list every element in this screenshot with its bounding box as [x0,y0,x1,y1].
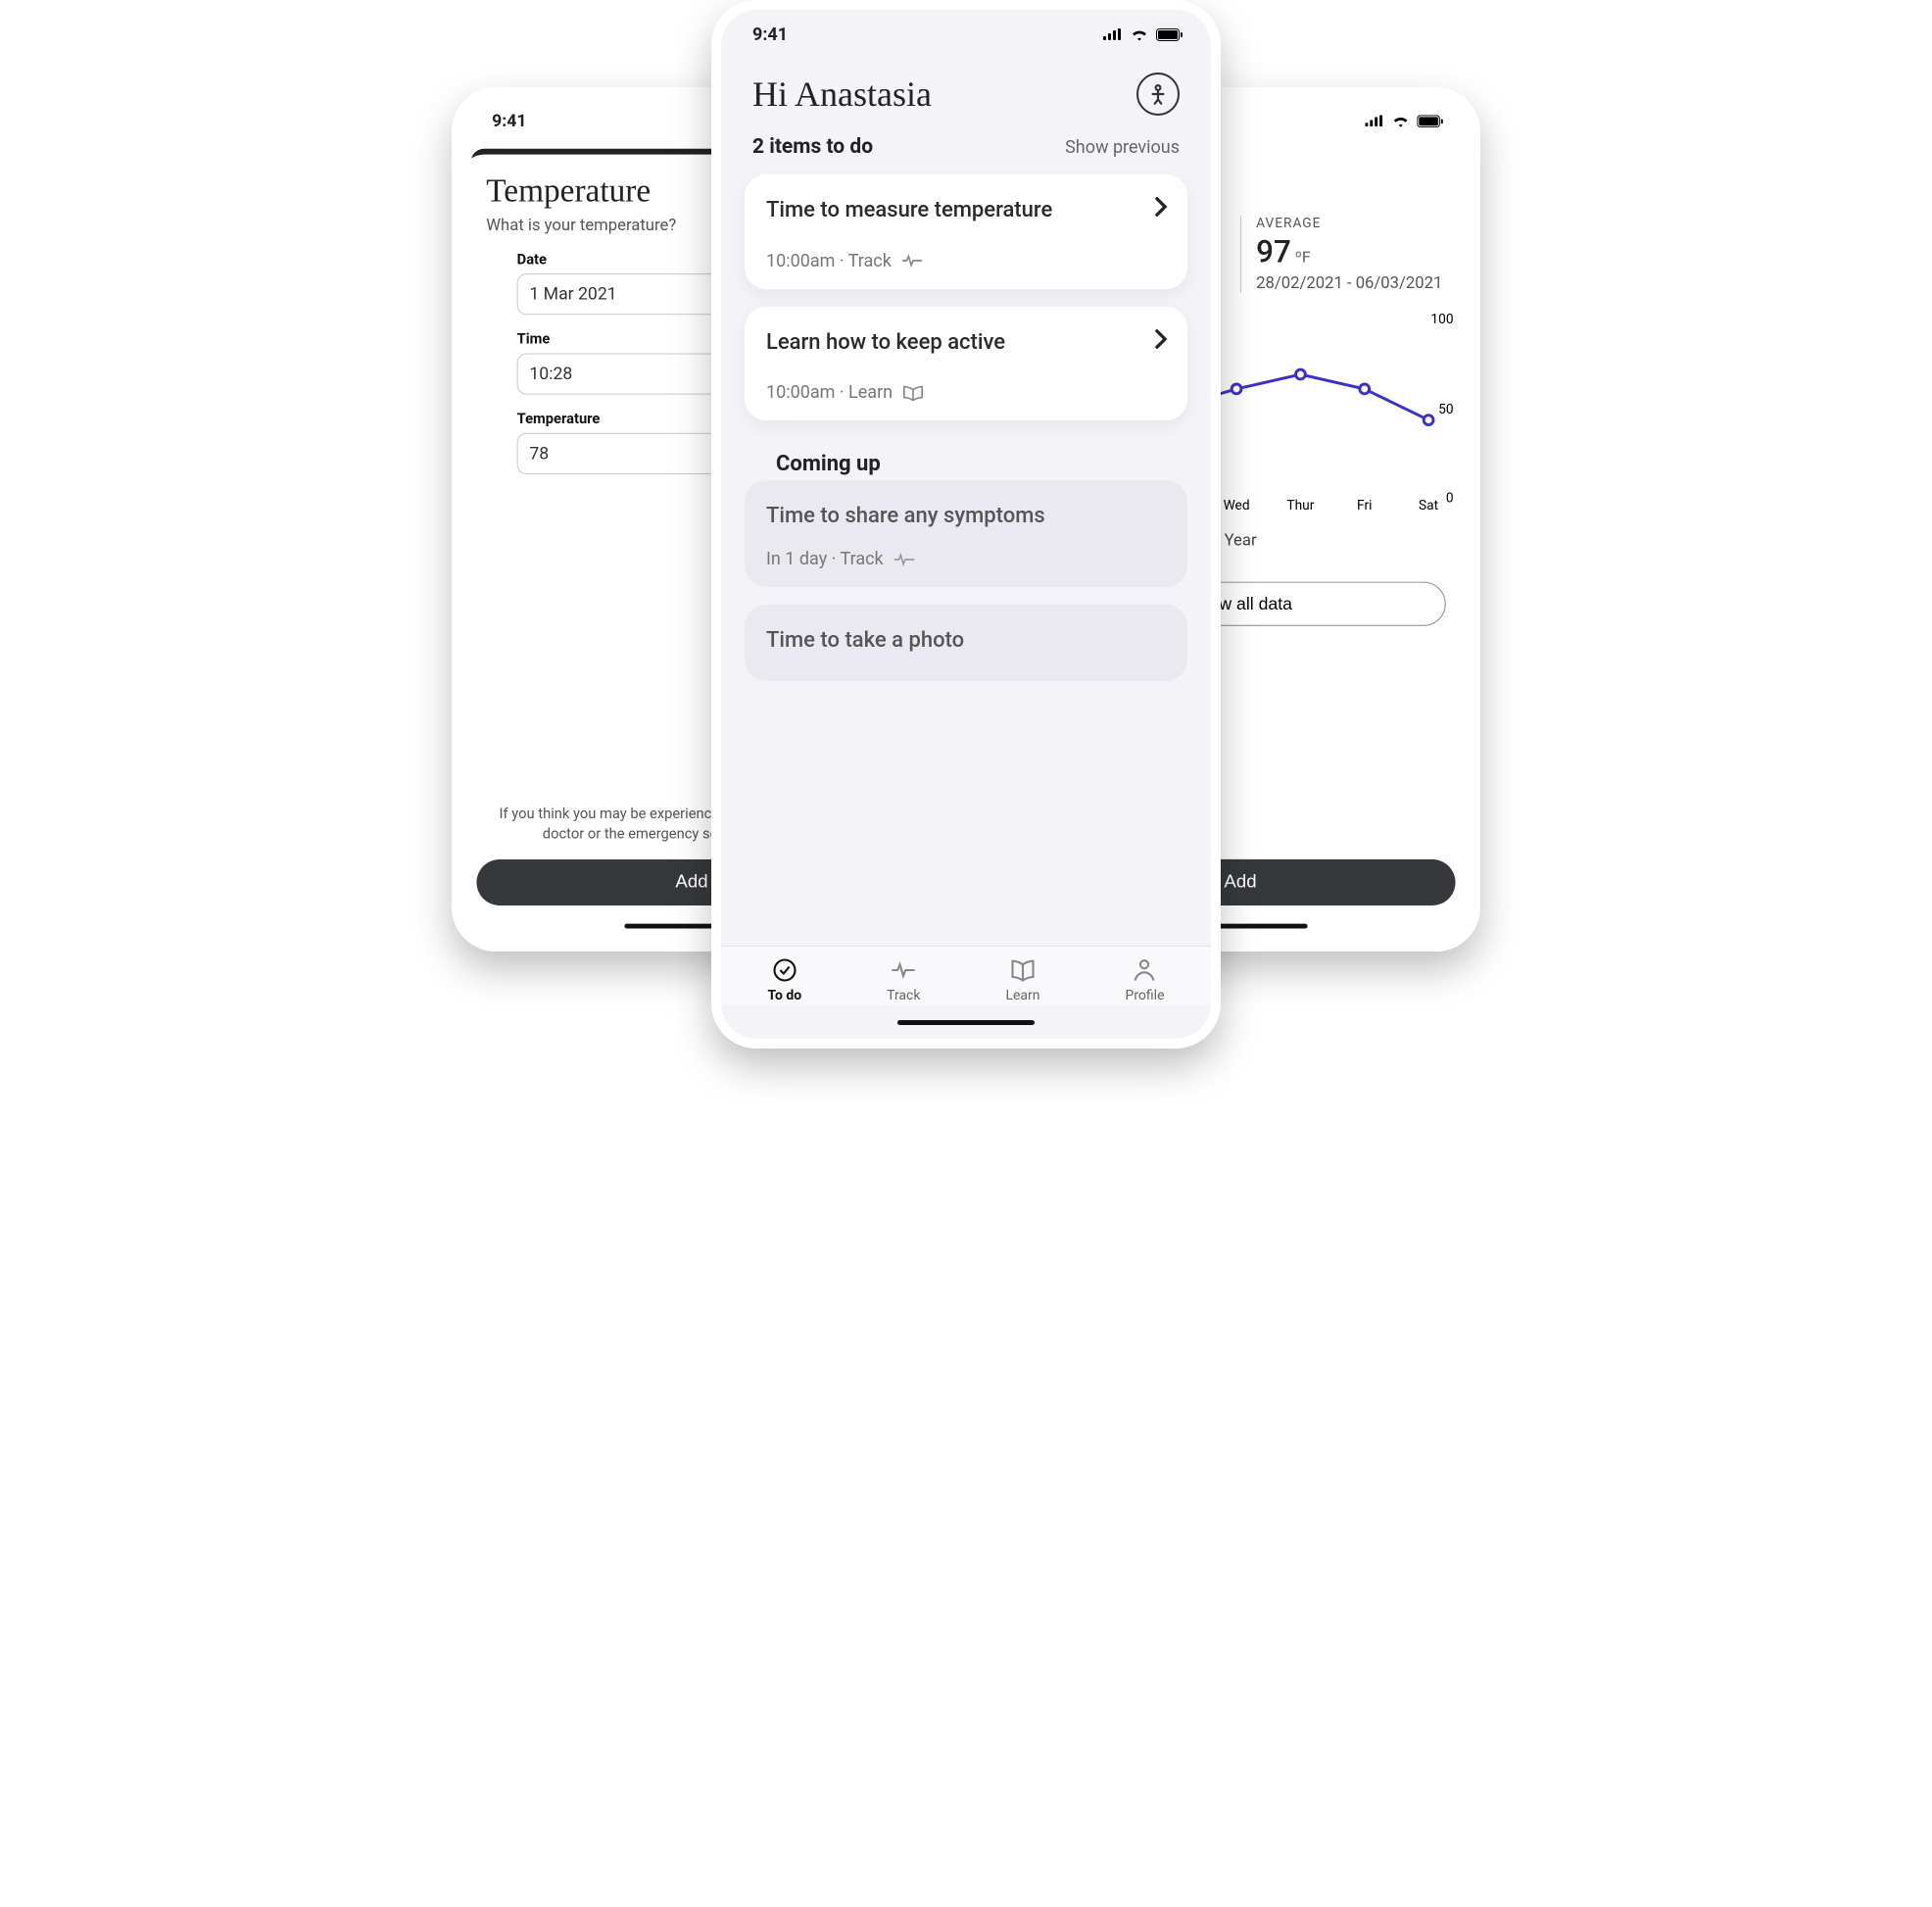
card-title: Learn how to keep active [766,328,1166,358]
date-range: 28/02/2021 - 06/03/2021 [1256,273,1446,293]
activity-icon [901,253,923,269]
chevron-right-icon [1154,196,1168,221]
status-bar: 9:41 [721,10,1211,59]
chevron-right-icon [1154,328,1168,354]
card-title: Time to share any symptoms [766,502,1166,531]
upcoming-card[interactable]: Time to take a photo [745,605,1187,681]
todo-card[interactable]: Time to measure temperature 10:00am · Tr… [745,174,1187,289]
svg-text:Fri: Fri [1357,498,1372,512]
svg-text:Wed: Wed [1224,498,1250,512]
tab-label: Learn [1005,988,1039,1003]
svg-text:100: 100 [1430,312,1453,327]
svg-text:0: 0 [1446,490,1454,506]
tab-bar: To do Track Learn Profile [721,946,1211,1005]
card-title: Time to take a photo [766,626,1166,656]
tab-todo[interactable]: To do [767,956,801,1003]
todo-count: 2 items to do [752,135,873,159]
clock: 9:41 [752,24,788,45]
tab-label: To do [767,988,801,1003]
clock: 9:41 [492,111,526,131]
status-icons [1103,28,1183,41]
activity-icon [894,552,915,567]
card-meta: In 1 day · Track [766,549,884,569]
tab-learn[interactable]: Learn [1005,956,1039,1003]
svg-text:Sat: Sat [1419,498,1439,512]
card-meta: 10:00am · Learn [766,382,893,403]
book-icon [902,384,924,402]
greeting: Hi Anastasia [752,73,932,115]
tab-track[interactable]: Track [887,956,920,1003]
card-title: Time to measure temperature [766,196,1166,225]
average-value: 97 [1256,233,1291,269]
status-icons [1365,115,1443,127]
svg-text:Thur: Thur [1286,498,1314,512]
profile-icon[interactable] [1136,73,1180,116]
home-phone: 9:41 Hi Anastasia 2 items to do Show pre… [711,0,1221,1049]
todo-card[interactable]: Learn how to keep active 10:00am · Learn [745,307,1187,421]
average-label: AVERAGE [1256,216,1446,231]
average-unit: ºF [1295,248,1311,267]
tab-profile[interactable]: Profile [1125,956,1164,1003]
tab-label: Track [887,988,920,1003]
svg-text:50: 50 [1438,402,1453,417]
tab-year[interactable]: Year [1225,531,1257,559]
show-previous-link[interactable]: Show previous [1065,137,1180,158]
card-meta: 10:00am · Track [766,251,892,271]
tab-label: Profile [1125,988,1164,1003]
home-indicator [721,1005,1211,1039]
upcoming-card[interactable]: Time to share any symptoms In 1 day · Tr… [745,480,1187,587]
coming-up-heading: Coming up [745,438,1187,480]
